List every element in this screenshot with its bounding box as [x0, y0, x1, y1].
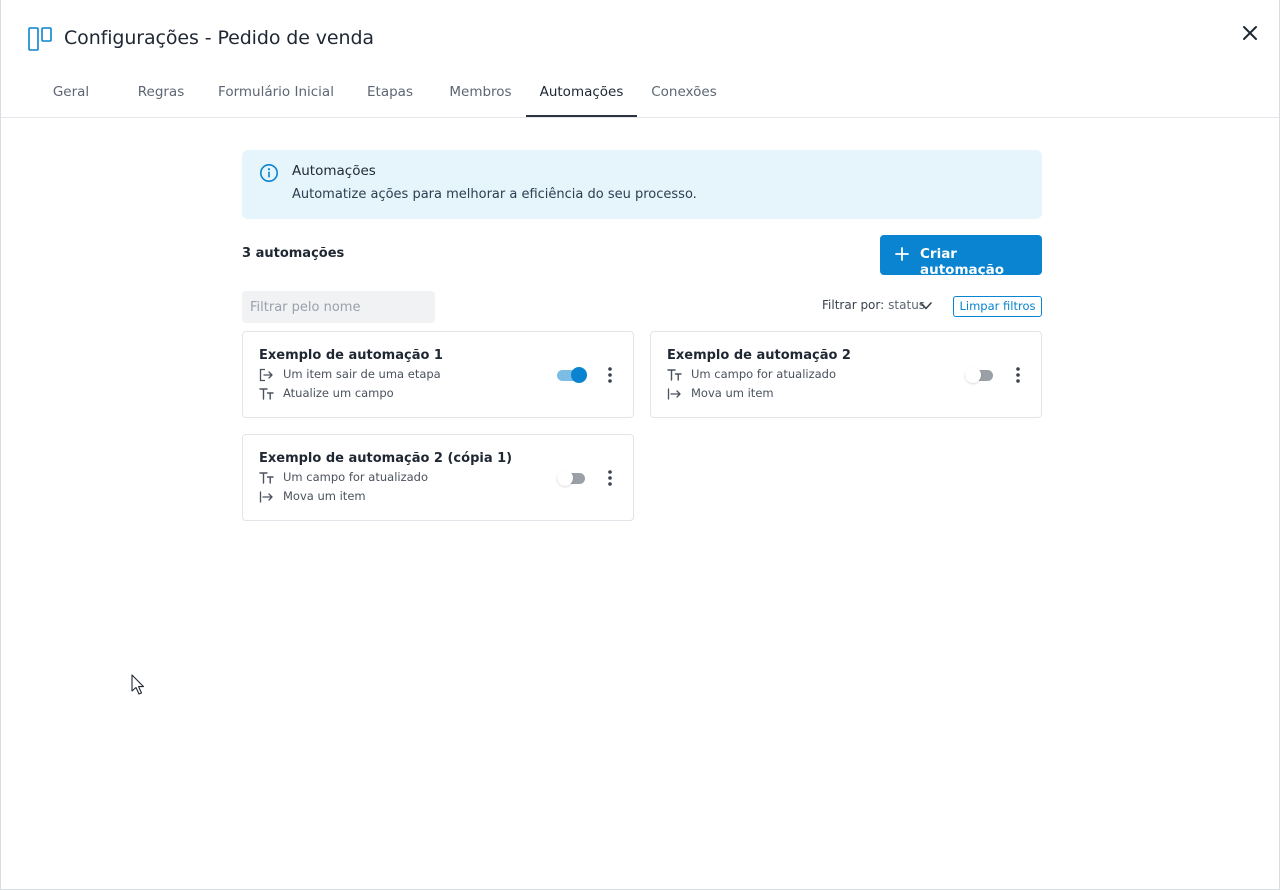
banner-title: Automações [292, 163, 376, 179]
toggle-knob [965, 367, 981, 383]
create-automation-label: Criar automação [920, 246, 1005, 278]
tab-conexoes[interactable]: Conexões [646, 70, 722, 117]
filter-label: Filtrar por: [822, 298, 885, 312]
tab-automacoes[interactable]: Automações [526, 70, 637, 117]
automation-card[interactable]: Exemplo de automação 1 Um item sair de u… [242, 331, 634, 418]
trigger-text: Um campo for atualizado [283, 470, 429, 484]
toggle-knob [571, 367, 587, 383]
action-text: Atualize um campo [283, 386, 394, 400]
automation-card[interactable]: Exemplo de automação 2 (cópia 1) Um camp… [242, 434, 634, 521]
create-automation-button[interactable]: Criar automação [880, 235, 1042, 278]
move-item-icon [667, 388, 681, 400]
automation-toggle[interactable] [557, 470, 587, 486]
board-icon [28, 27, 52, 51]
more-options-icon[interactable] [603, 365, 617, 385]
text-field-icon [259, 472, 274, 484]
tab-geral[interactable]: Geral [39, 70, 103, 117]
info-icon [260, 164, 278, 182]
plus-icon [895, 247, 909, 261]
filter-by: Filtrar por: status [822, 298, 925, 312]
automation-toggle[interactable] [557, 367, 587, 383]
info-banner: Automações Automatize ações para melhora… [242, 150, 1042, 219]
tab-regras[interactable]: Regras [127, 70, 195, 117]
tab-membros[interactable]: Membros [444, 70, 517, 117]
settings-tabs: Geral Regras Formulário Inicial Etapas M… [1, 70, 1279, 118]
chevron-down-icon[interactable] [919, 300, 933, 312]
clear-filters-button[interactable]: Limpar filtros [953, 296, 1042, 317]
text-field-icon [667, 369, 682, 381]
automation-name: Exemplo de automação 2 (cópia 1) [259, 451, 513, 466]
more-options-icon[interactable] [603, 468, 617, 488]
settings-dialog: Configurações - Pedido de venda Geral Re… [0, 0, 1280, 890]
dialog-header: Configurações - Pedido de venda [1, 0, 1279, 70]
mouse-cursor-icon [131, 674, 145, 695]
close-icon[interactable] [1237, 20, 1263, 46]
automation-count: 3 automações [242, 246, 345, 261]
toggle-knob [557, 470, 573, 486]
action-text: Mova um item [283, 489, 366, 503]
tab-etapas[interactable]: Etapas [359, 70, 421, 117]
trigger-text: Um campo for atualizado [691, 367, 837, 381]
search-input[interactable] [242, 291, 435, 323]
tab-formulario-inicial[interactable]: Formulário Inicial [214, 70, 338, 117]
trigger-text: Um item sair de uma etapa [283, 367, 441, 381]
automation-name: Exemplo de automação 1 [259, 348, 443, 363]
action-text: Mova um item [691, 386, 774, 400]
exit-stage-icon [259, 368, 273, 382]
automation-card[interactable]: Exemplo de automação 2 Um campo for atua… [650, 331, 1042, 418]
automation-name: Exemplo de automação 2 [667, 348, 851, 363]
page-title: Configurações - Pedido de venda [64, 27, 374, 49]
banner-text: Automatize ações para melhorar a eficiên… [292, 187, 697, 202]
more-options-icon[interactable] [1011, 365, 1025, 385]
automation-toggle[interactable] [965, 367, 995, 383]
move-item-icon [259, 491, 273, 503]
text-field-icon [259, 388, 274, 400]
